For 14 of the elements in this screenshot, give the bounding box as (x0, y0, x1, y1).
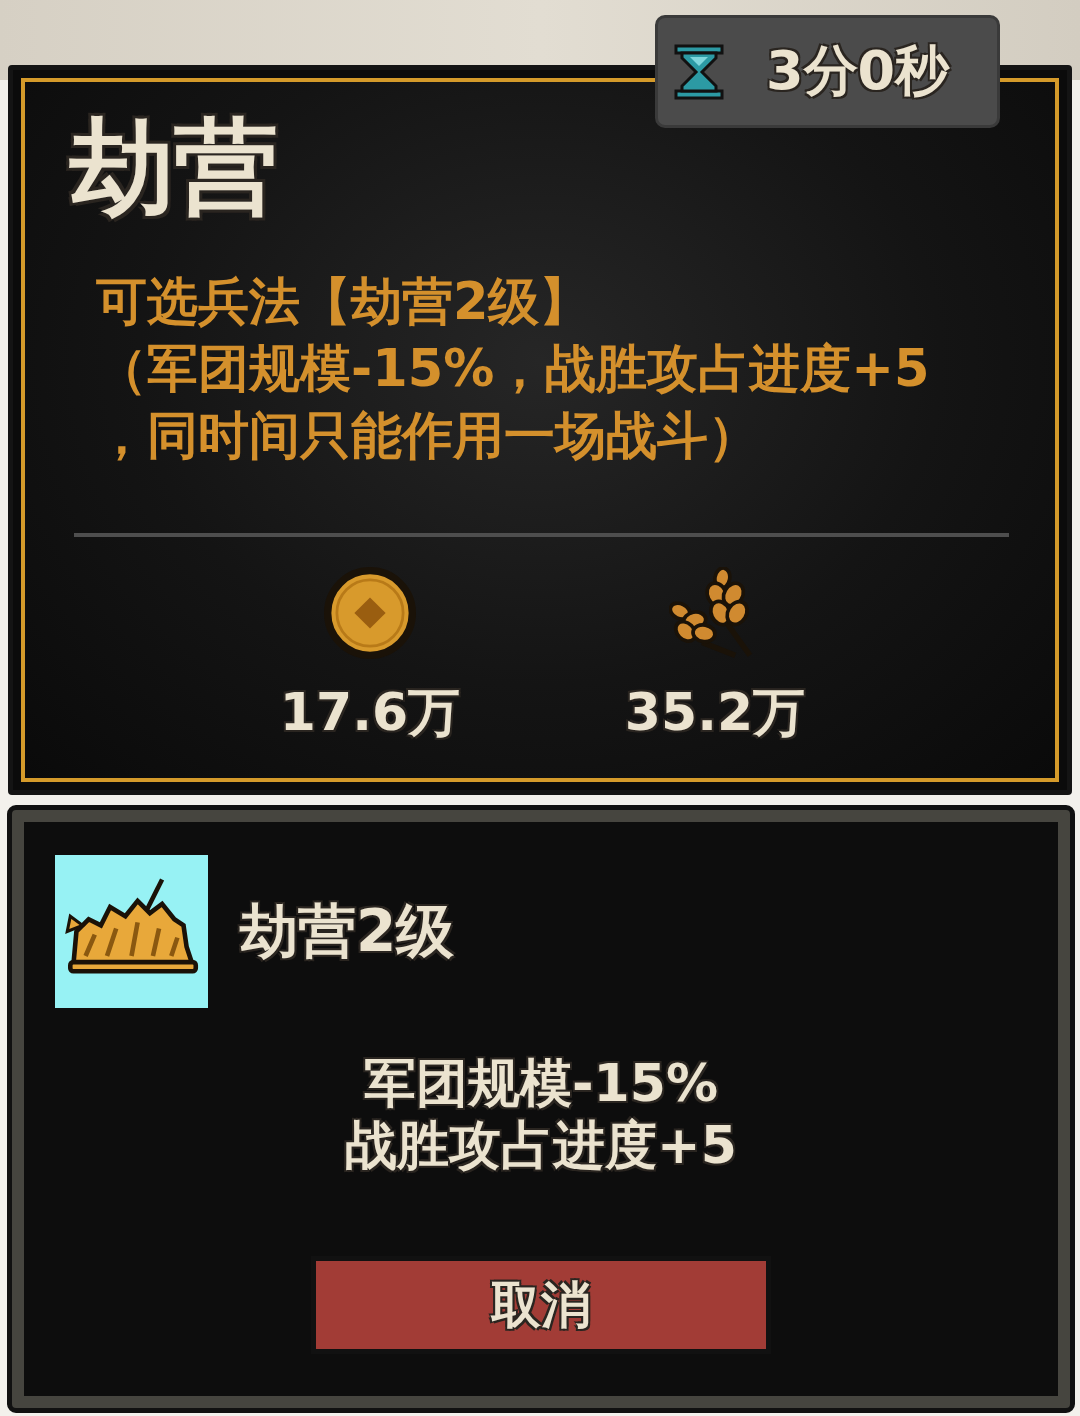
effect-text: 军团规模-15% (363, 1052, 718, 1114)
haystack-icon (55, 855, 208, 1008)
cost-amount: 35.2万 (624, 681, 806, 744)
coin-icon (324, 567, 416, 660)
hourglass-icon (674, 43, 724, 100)
cost-amount: 17.6万 (279, 681, 461, 744)
cancel-button[interactable]: 取消 (311, 1256, 771, 1354)
panel-title: 劫营 (70, 110, 278, 225)
description-line: （军团规模-15%，战胜攻占进度+5 (96, 338, 930, 401)
description-line: ，同时间只能作用一场战斗） (96, 405, 759, 468)
timer-text: 3分0秒 (766, 38, 950, 104)
effect-text: 战胜攻占进度+5 (345, 1114, 737, 1176)
description-line: 可选兵法【劫营2级】 (96, 271, 591, 334)
tactic-name: 劫营2级 (240, 895, 455, 967)
